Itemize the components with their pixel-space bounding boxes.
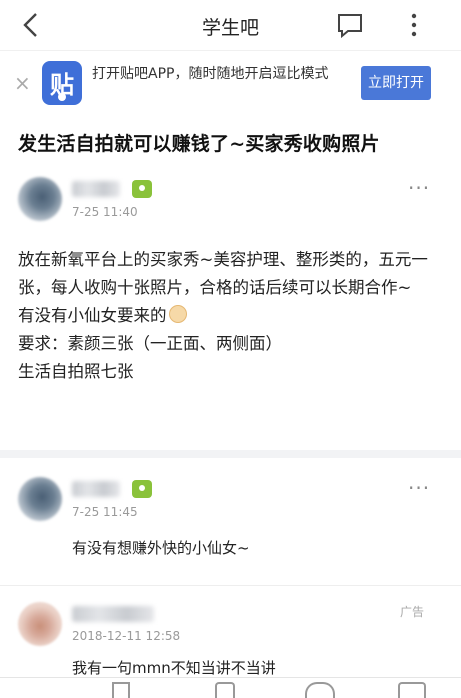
section-divider bbox=[0, 450, 461, 458]
comment-icon[interactable] bbox=[336, 12, 364, 38]
like-icon[interactable] bbox=[305, 682, 335, 698]
content-line: 要求：素颜三张（一正面、两侧面） bbox=[18, 334, 282, 353]
post-more-icon[interactable]: ··· bbox=[408, 176, 430, 200]
ad-badge: 广告 bbox=[400, 605, 425, 619]
tab-icon[interactable] bbox=[398, 682, 426, 698]
content-line: 生活自拍照七张 bbox=[18, 362, 134, 381]
tieba-app-logo: 贴 bbox=[42, 61, 82, 105]
post-time: 7-25 11:40 bbox=[72, 205, 138, 219]
level-badge-icon bbox=[132, 480, 152, 498]
top-nav-bar: 学生吧 bbox=[0, 0, 461, 50]
ad-avatar[interactable] bbox=[18, 602, 62, 646]
close-banner-icon[interactable]: × bbox=[14, 71, 31, 95]
level-badge-icon bbox=[132, 180, 152, 198]
reply-avatar[interactable] bbox=[18, 477, 62, 521]
reply-time: 7-25 11:45 bbox=[72, 505, 138, 519]
ad-text: 我有一句mmn不知当讲不当讲 bbox=[72, 659, 276, 677]
ad-name-blurred[interactable] bbox=[72, 606, 154, 622]
more-vertical-icon[interactable] bbox=[404, 10, 424, 40]
reply-name-blurred[interactable] bbox=[72, 481, 120, 497]
promo-text: 打开贴吧APP，随时随地开启逗比模式 bbox=[92, 66, 329, 82]
author-name-blurred[interactable] bbox=[72, 181, 120, 197]
page-title: 学生吧 bbox=[201, 17, 259, 39]
open-app-button[interactable]: 立即打开 bbox=[361, 66, 431, 100]
post-content: 放在新氧平台上的买家秀~美容护理、整形类的，五元一张，每人收购十张照片，合格的话… bbox=[18, 246, 448, 386]
content-line: 放在新氧平台上的买家秀~美容护理、整形类的，五元一张，每人收购十张照片，合格的话… bbox=[18, 250, 428, 297]
post-title: 发生活自拍就可以赚钱了~买家秀收购照片 bbox=[18, 133, 380, 155]
logo-dot bbox=[58, 93, 66, 101]
content-line-with-emoji: 有没有小仙女要来的 bbox=[18, 302, 448, 330]
ad-time: 2018-12-11 12:58 bbox=[72, 629, 181, 643]
reply-text: 有没有想赚外快的小仙女~ bbox=[72, 539, 250, 557]
author-avatar[interactable] bbox=[18, 177, 62, 221]
forward-icon[interactable] bbox=[112, 682, 130, 698]
app-promo-banner: × 贴 打开贴吧APP，随时随地开启逗比模式 立即打开 bbox=[0, 50, 461, 117]
content-text: 有没有小仙女要来的 bbox=[18, 306, 167, 325]
bottom-toolbar bbox=[0, 677, 461, 698]
reply-separator bbox=[0, 585, 461, 586]
reply-more-icon[interactable]: ··· bbox=[408, 476, 430, 500]
smile-emoji-icon bbox=[168, 305, 187, 323]
share-icon[interactable] bbox=[215, 682, 235, 698]
